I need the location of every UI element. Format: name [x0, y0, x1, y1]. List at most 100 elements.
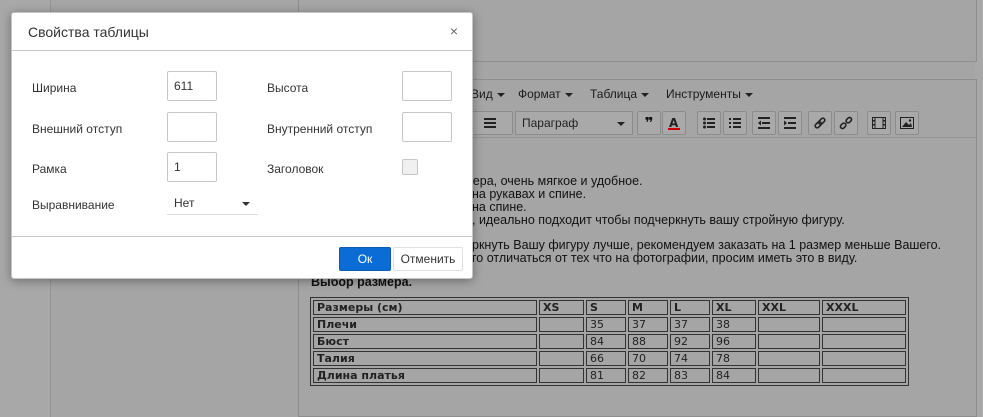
alignment-label: Выравнивание [32, 198, 115, 212]
table-header-cell: XXL [758, 300, 820, 315]
align-justify-icon [484, 118, 496, 128]
content-line: , идеально подходит чтобы подчеркнуть ва… [472, 213, 845, 227]
ok-button[interactable]: Ок [339, 247, 391, 271]
table-cell: 96 [712, 334, 756, 349]
dialog-footer: Ок Отменить [12, 236, 472, 280]
chevron-down-icon [242, 202, 250, 206]
menu-table[interactable]: Таблица [590, 87, 650, 101]
menu-format-label: Формат [518, 87, 561, 101]
menu-format[interactable]: Формат [518, 87, 573, 101]
menu-table-label: Таблица [590, 87, 638, 101]
table-cell: 66 [586, 351, 626, 366]
border-label: Рамка [32, 162, 67, 176]
width-field[interactable] [167, 71, 217, 101]
table-cell [539, 334, 584, 349]
paragraph-format-select[interactable]: Параграф [515, 111, 633, 135]
dialog-header: Свойства таблицы × [12, 13, 472, 51]
border-field[interactable] [167, 152, 217, 182]
table-header-cell: XXXL [822, 300, 906, 315]
link-icon [814, 117, 826, 129]
table-cell [758, 351, 820, 366]
outdent-icon [758, 117, 770, 129]
table-cell [822, 368, 906, 383]
indent-button[interactable] [778, 111, 802, 135]
table-cell: 88 [628, 334, 668, 349]
table-cell: 74 [670, 351, 710, 366]
table-header-cell: XS [539, 300, 584, 315]
svg-text:A: A [669, 116, 679, 130]
table-row-label: Плечи [313, 317, 537, 332]
table-cell: 83 [670, 368, 710, 383]
inner-padding-field[interactable] [402, 112, 452, 142]
table-header-cell: M [628, 300, 668, 315]
numbered-list-icon [729, 118, 741, 128]
table-cell [822, 334, 906, 349]
table-cell: 37 [670, 317, 710, 332]
alignment-value: Нет [174, 196, 195, 210]
align-justify-button[interactable] [467, 111, 513, 135]
unlink-icon [839, 116, 853, 130]
insert-media-button[interactable] [867, 111, 891, 135]
height-label: Высота [267, 81, 309, 95]
text-color-button[interactable]: A [662, 111, 686, 135]
table-row-label: Длина платья [313, 368, 537, 383]
insert-image-button[interactable] [895, 111, 919, 135]
image-icon [900, 117, 914, 129]
table-cell [539, 368, 584, 383]
media-icon [872, 117, 886, 129]
paragraph-format-value: Параграф [522, 116, 579, 130]
chevron-down-icon [744, 92, 753, 97]
numbered-list-button[interactable] [723, 111, 747, 135]
table-header-row: Размеры (см) XS S M L XL XXL XXXL [313, 300, 906, 315]
outdent-button[interactable] [752, 111, 776, 135]
close-icon[interactable]: × [450, 23, 458, 39]
content-line: го отличаться от тех что на фотографии, … [472, 251, 858, 265]
table-header-cell: L [670, 300, 710, 315]
header-checkbox[interactable] [402, 159, 418, 175]
table-cell [539, 317, 584, 332]
table-cell [758, 334, 820, 349]
table-cell: 81 [586, 368, 626, 383]
menu-tools[interactable]: Инструменты [666, 87, 753, 101]
table-row-label: Бюст [313, 334, 537, 349]
insert-link-button[interactable] [808, 111, 832, 135]
table-cell [539, 351, 584, 366]
table-header-cell: S [586, 300, 626, 315]
table-cell [758, 368, 820, 383]
menu-tools-label: Инструменты [666, 87, 741, 101]
blockquote-icon: ❞ [644, 114, 654, 132]
blockquote-button[interactable]: ❞ [637, 111, 661, 135]
outer-margin-field[interactable] [167, 112, 217, 142]
table-row-label: Талия [313, 351, 537, 366]
table-cell: 35 [586, 317, 626, 332]
bullet-list-icon [703, 117, 715, 129]
chevron-down-icon [564, 92, 573, 97]
header-label: Заголовок [267, 162, 324, 176]
table-header-cell: XL [712, 300, 756, 315]
height-field[interactable] [402, 71, 452, 101]
chevron-down-icon [641, 92, 650, 97]
cancel-button[interactable]: Отменить [393, 247, 463, 271]
table-cell: 92 [670, 334, 710, 349]
table-cell: 70 [628, 351, 668, 366]
table-row: Плечи 35 37 37 38 [313, 317, 906, 332]
remove-link-button[interactable] [834, 111, 858, 135]
table-cell [822, 351, 906, 366]
chevron-down-icon [496, 92, 505, 97]
table-cell: 78 [712, 351, 756, 366]
width-label: Ширина [32, 81, 77, 95]
table-cell: 37 [628, 317, 668, 332]
menu-view[interactable]: Вид [471, 87, 505, 101]
menu-view-label: Вид [471, 87, 493, 101]
indent-icon [784, 117, 796, 129]
size-table[interactable]: Размеры (см) XS S M L XL XXL XXXL Плечи … [310, 297, 909, 386]
dialog-title: Свойства таблицы [28, 24, 149, 40]
table-cell: 82 [628, 368, 668, 383]
table-cell [822, 317, 906, 332]
table-cell: 84 [586, 334, 626, 349]
alignment-select[interactable]: Нет [167, 193, 258, 215]
bullet-list-button[interactable] [697, 111, 721, 135]
inner-padding-label: Внутренний отступ [267, 122, 373, 136]
table-cell: 84 [712, 368, 756, 383]
table-row: Талия 66 70 74 78 [313, 351, 906, 366]
